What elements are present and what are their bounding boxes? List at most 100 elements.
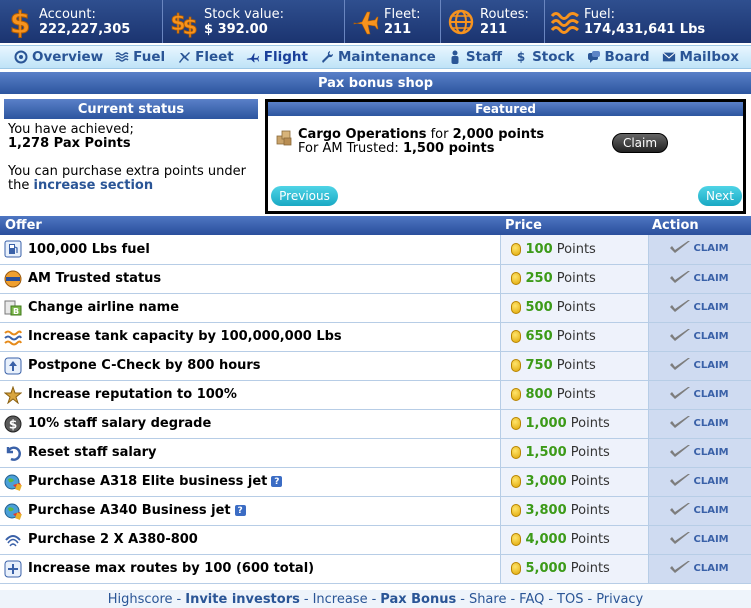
- stock-icon: $ $: [168, 6, 200, 37]
- next-button[interactable]: Next: [698, 186, 742, 206]
- points-label: Points: [556, 271, 596, 286]
- points-label: Points: [556, 329, 596, 344]
- nav-fleet[interactable]: Fleet: [177, 49, 234, 65]
- nav-mailbox[interactable]: Mailbox: [662, 49, 739, 65]
- offer-header: Offer: [0, 216, 500, 235]
- achieved-text: You have achieved;: [8, 122, 134, 137]
- coin-icon: [510, 562, 521, 575]
- routes-label: Routes:: [480, 6, 529, 22]
- checkmark-icon: [669, 531, 694, 548]
- footer-links: Highscore - Invite investors - Increase - Pax …: [0, 590, 751, 608]
- footer-separator: -: [176, 591, 182, 607]
- price-header: Price: [500, 216, 648, 235]
- footer-separator: -: [510, 591, 516, 607]
- claim-button[interactable]: CLAIM: [669, 328, 729, 345]
- pax-points-value: 1,278 Pax Points: [8, 136, 131, 151]
- nav-board[interactable]: Board: [587, 49, 650, 65]
- fleet-value: 211: [384, 21, 412, 37]
- claim-button[interactable]: CLAIM: [669, 299, 729, 316]
- footer-link-share[interactable]: Share: [469, 592, 507, 607]
- footer-link-tos[interactable]: TOS: [557, 592, 583, 607]
- fuel-value: 174,431,641 Lbs: [584, 21, 706, 37]
- points-label: Points: [556, 241, 596, 257]
- price-value: 4,000: [525, 532, 567, 547]
- price-value: 800: [525, 387, 553, 402]
- claim-button[interactable]: CLAIM: [669, 560, 729, 577]
- rename-icon: B: [4, 299, 22, 317]
- increase-section-link[interactable]: increase section: [33, 178, 153, 193]
- footer-link-invite-investors[interactable]: Invite investors: [185, 592, 300, 607]
- offer-row: Purchase 2 X A380-800 4,000 Points CLAIM: [0, 525, 751, 555]
- claim-button[interactable]: CLAIM: [669, 386, 729, 403]
- account-value: 222,227,305: [39, 21, 131, 37]
- price-value: 250: [525, 271, 553, 286]
- offer-name: Increase reputation to 100%: [28, 387, 237, 402]
- coin-icon: [510, 475, 521, 488]
- featured-trusted-points: 1,500 points: [402, 141, 495, 156]
- help-icon[interactable]: ?: [234, 505, 246, 516]
- flight-icon: [246, 50, 260, 64]
- claim-button[interactable]: CLAIM: [669, 415, 729, 432]
- offer-name: 100,000 Lbs fuel: [28, 241, 150, 257]
- account-label: Account:: [39, 6, 96, 22]
- points-label: Points: [570, 532, 610, 547]
- claim-button[interactable]: CLAIM: [669, 357, 729, 374]
- dollar-coin-icon: $: [4, 415, 22, 433]
- points-label: Points: [556, 358, 596, 373]
- checkmark-icon: [669, 560, 694, 577]
- coin-icon: [510, 504, 521, 517]
- nav-staff[interactable]: Staff: [448, 49, 502, 65]
- footer-link-pax-bonus[interactable]: Pax Bonus: [380, 592, 456, 607]
- nav-stock[interactable]: $ Stock: [514, 49, 575, 65]
- claim-button[interactable]: CLAIM: [669, 270, 729, 287]
- footer-link-increase[interactable]: Increase: [313, 592, 368, 607]
- offer-name: Postpone C-Check by 800 hours: [28, 358, 261, 373]
- footer-link-privacy[interactable]: Privacy: [596, 592, 643, 607]
- claim-button[interactable]: CLAIM: [669, 473, 729, 490]
- footer-link-faq[interactable]: FAQ: [519, 592, 544, 607]
- help-icon[interactable]: ?: [271, 476, 283, 487]
- offer-name: Purchase 2 X A380-800: [28, 532, 198, 547]
- footer-link-highscore[interactable]: Highscore: [108, 592, 173, 607]
- svg-text:$: $: [10, 6, 31, 38]
- stock-dollar-icon: $: [516, 50, 526, 64]
- offer-row: Increase max routes by 100 (600 total) 5,…: [0, 554, 751, 584]
- claim-button[interactable]: CLAIM: [669, 502, 729, 519]
- dollar-icon: $: [5, 6, 35, 38]
- fuel-pump-icon: [4, 240, 22, 258]
- checkmark-icon: [669, 444, 694, 461]
- offer-row: Postpone C-Check by 800 hours 750 Points C…: [0, 351, 751, 381]
- previous-button[interactable]: Previous: [271, 186, 338, 206]
- account-stat: $ Account: 222,227,305: [0, 0, 163, 43]
- price-value: 100: [525, 241, 553, 257]
- page-title: Pax bonus shop: [0, 72, 751, 94]
- claim-button[interactable]: CLAIM: [669, 444, 729, 461]
- nav-overview[interactable]: Overview: [14, 49, 103, 65]
- nav-maintenance[interactable]: Maintenance: [320, 49, 436, 65]
- nav-fuel[interactable]: Fuel: [115, 49, 165, 65]
- top-stats-bar: $ Account: 222,227,305 $ $ Stock value: $…: [0, 0, 751, 43]
- globe-icon: [446, 6, 476, 38]
- featured-claim-button[interactable]: Claim: [612, 133, 668, 153]
- fleet-stat: Fleet: 211: [345, 0, 441, 43]
- checkmark-icon: [669, 240, 694, 257]
- nav-flight[interactable]: Flight: [246, 49, 308, 65]
- fuel-icon: [115, 50, 129, 64]
- undo-icon: [4, 444, 22, 462]
- wrench-icon: [320, 50, 334, 64]
- claim-button[interactable]: CLAIM: [669, 531, 729, 548]
- current-status-panel: Current status You have achieved; 1,278 …: [4, 99, 258, 209]
- points-label: Points: [570, 474, 610, 489]
- offer-row: Purchase A340 Business jet? 3,800 Points C…: [0, 496, 751, 526]
- offer-row: $10% staff salary degrade 1,000 Points CLA…: [0, 409, 751, 439]
- footer-separator: -: [303, 591, 309, 607]
- coin-icon: [510, 359, 521, 372]
- a380-icon: [4, 531, 22, 549]
- offer-name: Purchase A340 Business jet: [28, 503, 231, 518]
- offer-row: 100,000 Lbs fuel 100 Points CLAIM: [0, 235, 751, 265]
- offer-name: AM Trusted status: [28, 271, 162, 286]
- fleet-label: Fleet:: [384, 6, 421, 22]
- offer-row: Reset staff salary 1,500 Points CLAIM: [0, 438, 751, 468]
- reputation-icon: [4, 385, 22, 404]
- claim-button[interactable]: CLAIM: [669, 240, 729, 257]
